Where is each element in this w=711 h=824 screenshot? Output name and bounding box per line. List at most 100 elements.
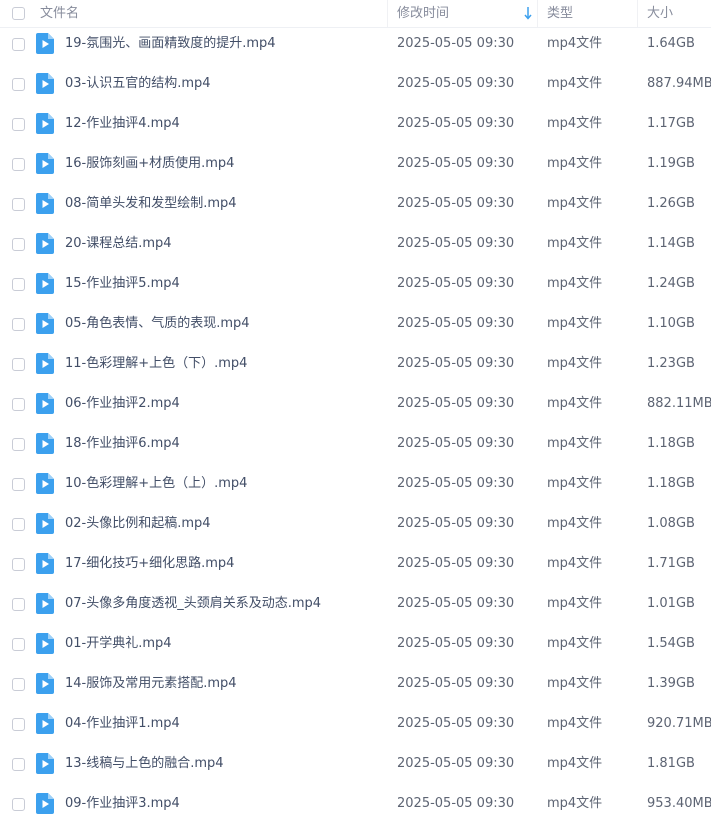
file-modified-time: 2025-05-05 09:30 xyxy=(397,596,515,611)
video-file-icon xyxy=(36,633,54,654)
file-row[interactable]: 10-色彩理解+上色（上）.mp4 2025-05-05 09:30 mp4文件 1.… xyxy=(0,464,711,504)
file-name[interactable]: 02-头像比例和起稿.mp4 xyxy=(65,504,211,544)
file-name[interactable]: 17-细化技巧+细化思路.mp4 xyxy=(65,544,234,584)
row-checkbox[interactable] xyxy=(12,358,25,371)
file-row[interactable]: 19-氛围光、画面精致度的提升.mp4 2025-05-05 09:30 mp4文件… xyxy=(0,24,711,64)
file-name[interactable]: 19-氛围光、画面精致度的提升.mp4 xyxy=(65,24,276,64)
file-name[interactable]: 14-服饰及常用元素搭配.mp4 xyxy=(65,664,237,704)
row-checkbox[interactable] xyxy=(12,478,25,491)
video-file-icon xyxy=(36,233,54,254)
column-divider[interactable] xyxy=(387,0,388,27)
file-name[interactable]: 16-服饰刻画+材质使用.mp4 xyxy=(65,144,234,184)
file-name[interactable]: 04-作业抽评1.mp4 xyxy=(65,704,180,744)
file-row[interactable]: 13-线稿与上色的融合.mp4 2025-05-05 09:30 mp4文件 1.81… xyxy=(0,744,711,784)
file-modified-time: 2025-05-05 09:30 xyxy=(397,316,515,331)
file-size: 1.54GB xyxy=(647,636,695,651)
file-row[interactable]: 18-作业抽评6.mp4 2025-05-05 09:30 mp4文件 1.18GB xyxy=(0,424,711,464)
file-type: mp4文件 xyxy=(547,396,603,411)
file-name[interactable]: 08-简单头发和发型绘制.mp4 xyxy=(65,184,237,224)
file-row[interactable]: 04-作业抽评1.mp4 2025-05-05 09:30 mp4文件 920.71M… xyxy=(0,704,711,744)
file-name[interactable]: 05-角色表情、气质的表现.mp4 xyxy=(65,304,250,344)
file-name[interactable]: 18-作业抽评6.mp4 xyxy=(65,424,180,464)
row-checkbox[interactable] xyxy=(12,518,25,531)
file-row[interactable]: 06-作业抽评2.mp4 2025-05-05 09:30 mp4文件 882.11M… xyxy=(0,384,711,424)
row-checkbox[interactable] xyxy=(12,38,25,51)
row-checkbox[interactable] xyxy=(12,758,25,771)
file-row[interactable]: 01-开学典礼.mp4 2025-05-05 09:30 mp4文件 1.54GB xyxy=(0,624,711,664)
file-name[interactable]: 09-作业抽评3.mp4 xyxy=(65,784,180,824)
column-divider[interactable] xyxy=(537,0,538,27)
row-checkbox[interactable] xyxy=(12,438,25,451)
video-file-icon xyxy=(36,393,54,414)
file-row[interactable]: 16-服饰刻画+材质使用.mp4 2025-05-05 09:30 mp4文件 1.1… xyxy=(0,144,711,184)
column-header-name[interactable]: 文件名 xyxy=(40,0,79,27)
file-row[interactable]: 07-头像多角度透视_头颈肩关系及动态.mp4 2025-05-05 09:30 m… xyxy=(0,584,711,624)
file-name[interactable]: 13-线稿与上色的融合.mp4 xyxy=(65,744,224,784)
file-size: 1.17GB xyxy=(647,116,695,131)
file-row[interactable]: 12-作业抽评4.mp4 2025-05-05 09:30 mp4文件 1.17GB xyxy=(0,104,711,144)
file-name[interactable]: 15-作业抽评5.mp4 xyxy=(65,264,180,304)
file-row[interactable]: 05-角色表情、气质的表现.mp4 2025-05-05 09:30 mp4文件 1.… xyxy=(0,304,711,344)
file-name[interactable]: 20-课程总结.mp4 xyxy=(65,224,172,264)
row-checkbox[interactable] xyxy=(12,558,25,571)
file-modified-time: 2025-05-05 09:30 xyxy=(397,36,515,51)
file-type: mp4文件 xyxy=(547,756,603,771)
file-name[interactable]: 01-开学典礼.mp4 xyxy=(65,624,172,664)
row-checkbox[interactable] xyxy=(12,318,25,331)
file-name[interactable]: 06-作业抽评2.mp4 xyxy=(65,384,180,424)
file-name[interactable]: 11-色彩理解+上色（下）.mp4 xyxy=(65,344,247,384)
file-name[interactable]: 10-色彩理解+上色（上）.mp4 xyxy=(65,464,247,504)
column-header-size[interactable]: 大小 xyxy=(647,0,673,27)
select-all-checkbox[interactable] xyxy=(12,7,25,20)
file-modified-time: 2025-05-05 09:30 xyxy=(397,436,515,451)
row-checkbox[interactable] xyxy=(12,118,25,131)
video-file-icon xyxy=(36,113,54,134)
video-file-icon xyxy=(36,153,54,174)
file-name[interactable]: 03-认识五官的结构.mp4 xyxy=(65,64,211,104)
row-checkbox[interactable] xyxy=(12,158,25,171)
file-type: mp4文件 xyxy=(547,156,603,171)
row-checkbox[interactable] xyxy=(12,238,25,251)
file-row[interactable]: 09-作业抽评3.mp4 2025-05-05 09:30 mp4文件 953.40M… xyxy=(0,784,711,824)
row-checkbox[interactable] xyxy=(12,638,25,651)
file-modified-time: 2025-05-05 09:30 xyxy=(397,356,515,371)
column-divider[interactable] xyxy=(637,0,638,27)
file-size: 887.94MB xyxy=(647,76,711,91)
file-name[interactable]: 12-作业抽评4.mp4 xyxy=(65,104,180,144)
file-row[interactable]: 08-简单头发和发型绘制.mp4 2025-05-05 09:30 mp4文件 1.2… xyxy=(0,184,711,224)
row-checkbox[interactable] xyxy=(12,678,25,691)
file-size: 1.01GB xyxy=(647,596,695,611)
row-checkbox[interactable] xyxy=(12,718,25,731)
row-checkbox[interactable] xyxy=(12,398,25,411)
file-type: mp4文件 xyxy=(547,556,603,571)
video-file-icon xyxy=(36,673,54,694)
file-row[interactable]: 02-头像比例和起稿.mp4 2025-05-05 09:30 mp4文件 1.08G… xyxy=(0,504,711,544)
file-name[interactable]: 07-头像多角度透视_头颈肩关系及动态.mp4 xyxy=(65,584,321,624)
file-row[interactable]: 20-课程总结.mp4 2025-05-05 09:30 mp4文件 1.14GB xyxy=(0,224,711,264)
file-row[interactable]: 11-色彩理解+上色（下）.mp4 2025-05-05 09:30 mp4文件 1.… xyxy=(0,344,711,384)
file-type: mp4文件 xyxy=(547,76,603,91)
file-type: mp4文件 xyxy=(547,716,603,731)
file-row[interactable]: 03-认识五官的结构.mp4 2025-05-05 09:30 mp4文件 887.9… xyxy=(0,64,711,104)
column-header-type[interactable]: 类型 xyxy=(547,0,573,27)
file-type: mp4文件 xyxy=(547,36,603,51)
row-checkbox[interactable] xyxy=(12,798,25,811)
sort-descending-icon[interactable] xyxy=(524,6,532,20)
file-modified-time: 2025-05-05 09:30 xyxy=(397,756,515,771)
file-row[interactable]: 15-作业抽评5.mp4 2025-05-05 09:30 mp4文件 1.24GB xyxy=(0,264,711,304)
row-checkbox[interactable] xyxy=(12,598,25,611)
file-row[interactable]: 17-细化技巧+细化思路.mp4 2025-05-05 09:30 mp4文件 1.7… xyxy=(0,544,711,584)
file-type: mp4文件 xyxy=(547,676,603,691)
file-modified-time: 2025-05-05 09:30 xyxy=(397,396,515,411)
video-file-icon xyxy=(36,433,54,454)
video-file-icon xyxy=(36,753,54,774)
file-modified-time: 2025-05-05 09:30 xyxy=(397,676,515,691)
file-type: mp4文件 xyxy=(547,636,603,651)
row-checkbox[interactable] xyxy=(12,78,25,91)
file-row[interactable]: 14-服饰及常用元素搭配.mp4 2025-05-05 09:30 mp4文件 1.3… xyxy=(0,664,711,704)
row-checkbox[interactable] xyxy=(12,198,25,211)
file-size: 953.40MB xyxy=(647,796,711,811)
video-file-icon xyxy=(36,553,54,574)
column-header-modified[interactable]: 修改时间 xyxy=(397,0,449,27)
row-checkbox[interactable] xyxy=(12,278,25,291)
